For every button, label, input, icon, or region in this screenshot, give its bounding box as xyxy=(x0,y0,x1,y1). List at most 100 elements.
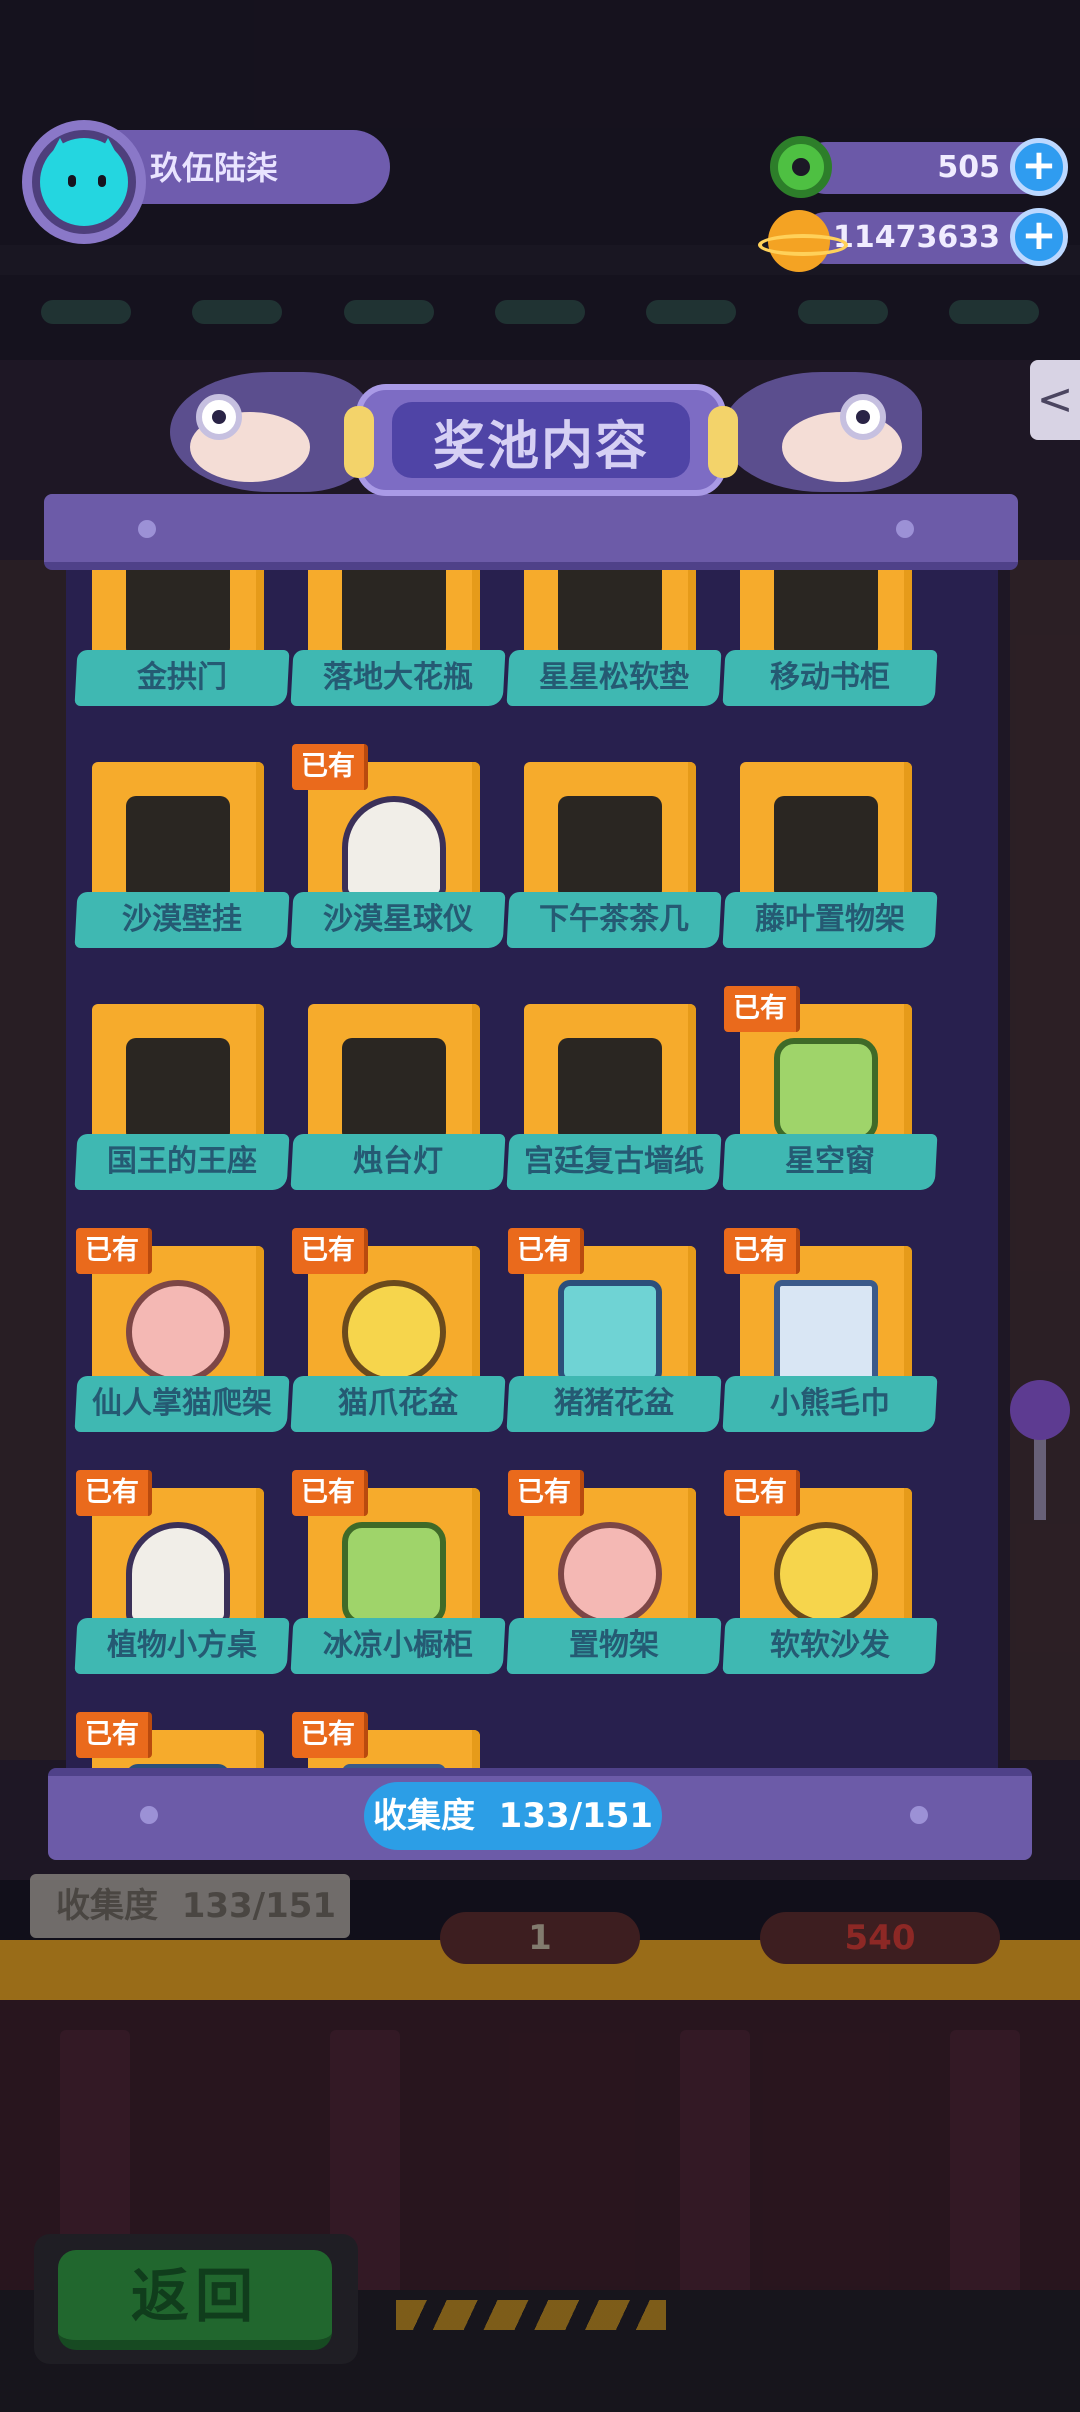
avatar-eye xyxy=(98,175,106,187)
item-silhouette xyxy=(558,796,662,900)
owned-badge: 已有 xyxy=(292,744,368,790)
prize-item[interactable]: 小熊毛巾 已有 xyxy=(722,1228,938,1482)
prize-item[interactable]: 已有 xyxy=(76,1712,288,1770)
item-name: 猪猪花盆 xyxy=(554,1386,674,1421)
share-icon[interactable]: < xyxy=(1030,360,1080,440)
panel-rivet xyxy=(896,520,914,538)
item-silhouette xyxy=(558,1038,662,1142)
owned-badge: 已有 xyxy=(724,1470,800,1516)
owned-badge: 已有 xyxy=(724,1228,800,1274)
avatar-ear-right xyxy=(94,138,122,164)
player-name: 玖伍陆柒 xyxy=(150,149,279,187)
prize-item[interactable]: 金拱门 xyxy=(74,570,290,756)
fish-eye xyxy=(196,394,242,440)
add-planets-button[interactable]: + xyxy=(1010,208,1068,266)
prize-item[interactable]: 已有 xyxy=(292,1712,504,1770)
owned-badge: 已有 xyxy=(724,986,800,1032)
item-silhouette xyxy=(126,570,230,658)
panel-rivet xyxy=(140,1806,158,1824)
green-ring-coin-icon xyxy=(770,136,832,198)
owned-badge: 已有 xyxy=(76,1470,152,1516)
prize-item[interactable]: 沙漠星球仪 已有 xyxy=(290,744,506,998)
item-name: 宫廷复古墙纸 xyxy=(524,1144,704,1179)
item-name: 置物架 xyxy=(569,1628,659,1663)
item-name: 下午茶茶几 xyxy=(539,902,689,937)
item-image xyxy=(342,796,446,900)
prize-item[interactable]: 植物小方桌 已有 xyxy=(74,1470,290,1724)
item-name: 藤叶置物架 xyxy=(755,902,905,937)
item-silhouette xyxy=(558,570,662,658)
collection-progress-pill: 收集度 133/151 xyxy=(364,1782,662,1850)
item-name: 仙人掌猫爬架 xyxy=(92,1386,272,1421)
item-silhouette xyxy=(126,796,230,900)
avatar-ear-left xyxy=(46,138,74,164)
item-name: 金拱门 xyxy=(137,660,227,695)
planet-coin-icon xyxy=(758,210,848,272)
item-name: 植物小方桌 xyxy=(107,1628,257,1663)
item-image xyxy=(342,1280,446,1384)
item-name: 烛台灯 xyxy=(353,1144,443,1179)
item-name: 沙漠星球仪 xyxy=(323,902,473,937)
item-image xyxy=(774,1522,878,1626)
item-name: 移动书柜 xyxy=(770,660,890,695)
item-name: 国王的王座 xyxy=(107,1144,257,1179)
prize-item[interactable]: 宫廷复古墙纸 xyxy=(506,1004,722,1240)
prize-item[interactable]: 冰凉小橱柜 已有 xyxy=(290,1470,506,1724)
item-name: 沙漠壁挂 xyxy=(122,902,242,937)
prize-item[interactable]: 星空窗 已有 xyxy=(722,986,938,1240)
owned-badge: 已有 xyxy=(76,1712,152,1758)
item-name: 落地大花瓶 xyxy=(323,660,473,695)
fish-eye xyxy=(840,394,886,440)
currency-value-rings: 505 xyxy=(937,150,1000,185)
item-silhouette xyxy=(126,1038,230,1142)
item-image xyxy=(774,1280,878,1384)
item-image xyxy=(126,1522,230,1626)
fish-decoration-right xyxy=(722,372,922,492)
item-image xyxy=(558,1522,662,1626)
item-silhouette xyxy=(774,570,878,658)
prize-item[interactable]: 软软沙发 已有 xyxy=(722,1470,938,1724)
prize-item[interactable]: 星星松软垫 xyxy=(506,570,722,756)
owned-badge: 已有 xyxy=(292,1228,368,1274)
prize-item[interactable]: 沙漠壁挂 xyxy=(74,762,290,998)
owned-badge: 已有 xyxy=(508,1228,584,1274)
owned-badge: 已有 xyxy=(76,1228,152,1274)
panel-top-bar xyxy=(44,494,1018,570)
item-image xyxy=(126,1280,230,1384)
item-image xyxy=(774,1038,878,1142)
avatar-eye xyxy=(68,175,76,187)
prize-item[interactable]: 置物架 已有 xyxy=(506,1470,722,1724)
item-name: 星空窗 xyxy=(785,1144,875,1179)
item-name: 软软沙发 xyxy=(770,1628,890,1663)
panel-rivet xyxy=(138,520,156,538)
item-silhouette xyxy=(774,796,878,900)
prize-item[interactable]: 烛台灯 xyxy=(290,1004,506,1240)
prize-item[interactable]: 下午茶茶几 xyxy=(506,762,722,998)
panel-title: 奖池内容 xyxy=(432,417,649,477)
prize-item[interactable]: 国王的王座 xyxy=(74,1004,290,1240)
prize-item[interactable]: 猪猪花盆 已有 xyxy=(506,1228,722,1482)
prize-item[interactable]: 移动书柜 xyxy=(722,570,938,756)
prize-item[interactable]: 仙人掌猫爬架 已有 xyxy=(74,1228,290,1482)
collection-value: 133/151 xyxy=(498,1796,654,1836)
item-name: 猫爪花盆 xyxy=(338,1386,458,1421)
owned-badge: 已有 xyxy=(508,1470,584,1516)
owned-badge: 已有 xyxy=(292,1712,368,1758)
item-image xyxy=(558,1280,662,1384)
item-name: 星星松软垫 xyxy=(539,660,689,695)
panel-rivet xyxy=(910,1806,928,1824)
prize-item[interactable]: 藤叶置物架 xyxy=(722,762,938,998)
item-image xyxy=(342,1522,446,1626)
currency-value-planets: 11473633 xyxy=(833,220,1000,255)
prize-item[interactable]: 落地大花瓶 xyxy=(290,570,506,756)
add-rings-button[interactable]: + xyxy=(1010,138,1068,196)
item-name: 冰凉小橱柜 xyxy=(323,1628,473,1663)
prize-pool-list[interactable]: 金拱门 落地大花瓶 星星松软垫 移动书柜 沙漠壁挂 沙漠星球仪 已有 下午茶茶几 藤叶置物架 国王… xyxy=(66,570,998,1770)
item-name: 小熊毛巾 xyxy=(770,1386,890,1421)
item-silhouette xyxy=(342,1038,446,1142)
prize-item[interactable]: 猫爪花盆 已有 xyxy=(290,1228,506,1482)
fish-decoration-left xyxy=(170,372,370,492)
item-silhouette xyxy=(342,570,446,658)
owned-badge: 已有 xyxy=(292,1470,368,1516)
collection-label: 收集度 xyxy=(372,1796,475,1836)
